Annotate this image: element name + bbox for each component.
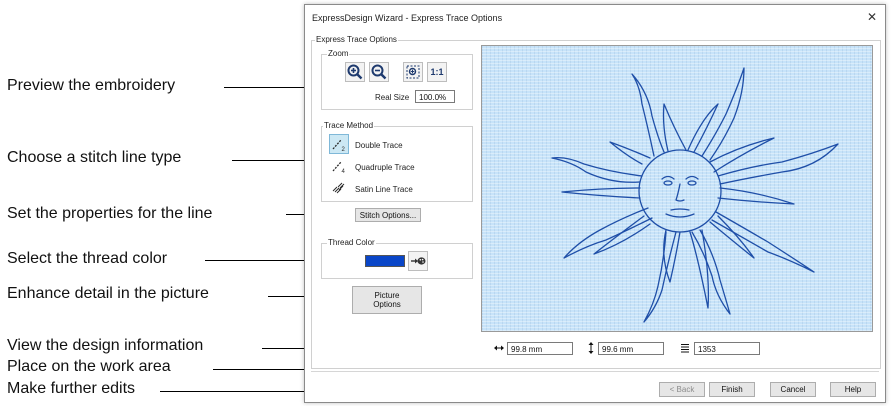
quadruple-trace-icon[interactable]: 4	[329, 156, 349, 176]
stitch-count-field: 1353	[694, 342, 760, 355]
help-button[interactable]: Help	[830, 382, 876, 397]
picture-options-label: Picture Options	[373, 291, 401, 309]
satin-line-trace-icon[interactable]	[329, 178, 349, 198]
callout-place-work-area: Place on the work area	[7, 358, 171, 375]
stitch-count-icon	[681, 344, 689, 353]
callout-thread-color: Select the thread color	[7, 250, 168, 267]
back-button[interactable]: < Back	[659, 382, 705, 397]
color-picker-button[interactable]	[408, 251, 428, 271]
zoom-one-to-one-button[interactable]: 1:1	[427, 62, 447, 82]
zoom-out-icon	[371, 64, 387, 80]
callout-design-information: View the design information	[7, 337, 204, 354]
sun-embroidery-image	[551, 67, 839, 323]
zoom-in-icon	[347, 64, 363, 80]
footer-separator	[311, 371, 879, 372]
stitch-options-button[interactable]: Stitch Options...	[355, 208, 421, 222]
arrow-palette-icon	[411, 257, 426, 265]
double-trace-icon[interactable]: 2	[329, 134, 349, 154]
embroidery-preview[interactable]	[481, 45, 873, 332]
express-trace-options-label: Express Trace Options	[315, 35, 398, 44]
satin-line-trace-label[interactable]: Satin Line Trace	[355, 185, 413, 194]
trace-method-label: Trace Method	[323, 121, 375, 130]
double-trace-label[interactable]: Double Trace	[355, 141, 403, 150]
zoom-label: Zoom	[327, 49, 350, 58]
zoom-to-fit-button[interactable]	[403, 62, 423, 82]
callout-enhance-detail: Enhance detail in the picture	[7, 285, 209, 302]
real-size-field[interactable]: 100.0%	[415, 90, 455, 103]
callout-further-edits: Make further edits	[7, 380, 136, 397]
zoom-to-fit-icon	[406, 65, 420, 79]
svg-text:4: 4	[342, 169, 346, 175]
callout-line-properties: Set the properties for the line	[7, 205, 213, 222]
real-size-label: Real Size	[375, 93, 410, 102]
width-arrow-icon	[494, 345, 504, 351]
zoom-one-to-one-label: 1:1	[430, 67, 444, 77]
callout-stitch-line-type: Choose a stitch line type	[7, 149, 182, 166]
close-icon[interactable]: ✕	[867, 10, 877, 24]
design-width-field: 99.8 mm	[507, 342, 573, 355]
dialog-title: ExpressDesign Wizard - Express Trace Opt…	[312, 13, 503, 23]
quadruple-trace-label[interactable]: Quadruple Trace	[355, 163, 415, 172]
cancel-button[interactable]: Cancel	[770, 382, 816, 397]
design-height-field: 99.6 mm	[598, 342, 664, 355]
dialog-titlebar: ExpressDesign Wizard - Express Trace Opt…	[305, 5, 885, 31]
zoom-out-button[interactable]	[369, 62, 389, 82]
picture-options-button[interactable]: Picture Options	[352, 286, 422, 314]
svg-text:2: 2	[342, 147, 346, 153]
thread-color-label: Thread Color	[327, 238, 376, 247]
zoom-in-button[interactable]	[345, 62, 365, 82]
thread-color-swatch[interactable]	[365, 255, 405, 267]
height-arrow-icon	[588, 342, 594, 354]
express-trace-dialog: ExpressDesign Wizard - Express Trace Opt…	[304, 4, 886, 403]
finish-button[interactable]: Finish	[709, 382, 755, 397]
callout-preview: Preview the embroidery	[7, 77, 176, 94]
